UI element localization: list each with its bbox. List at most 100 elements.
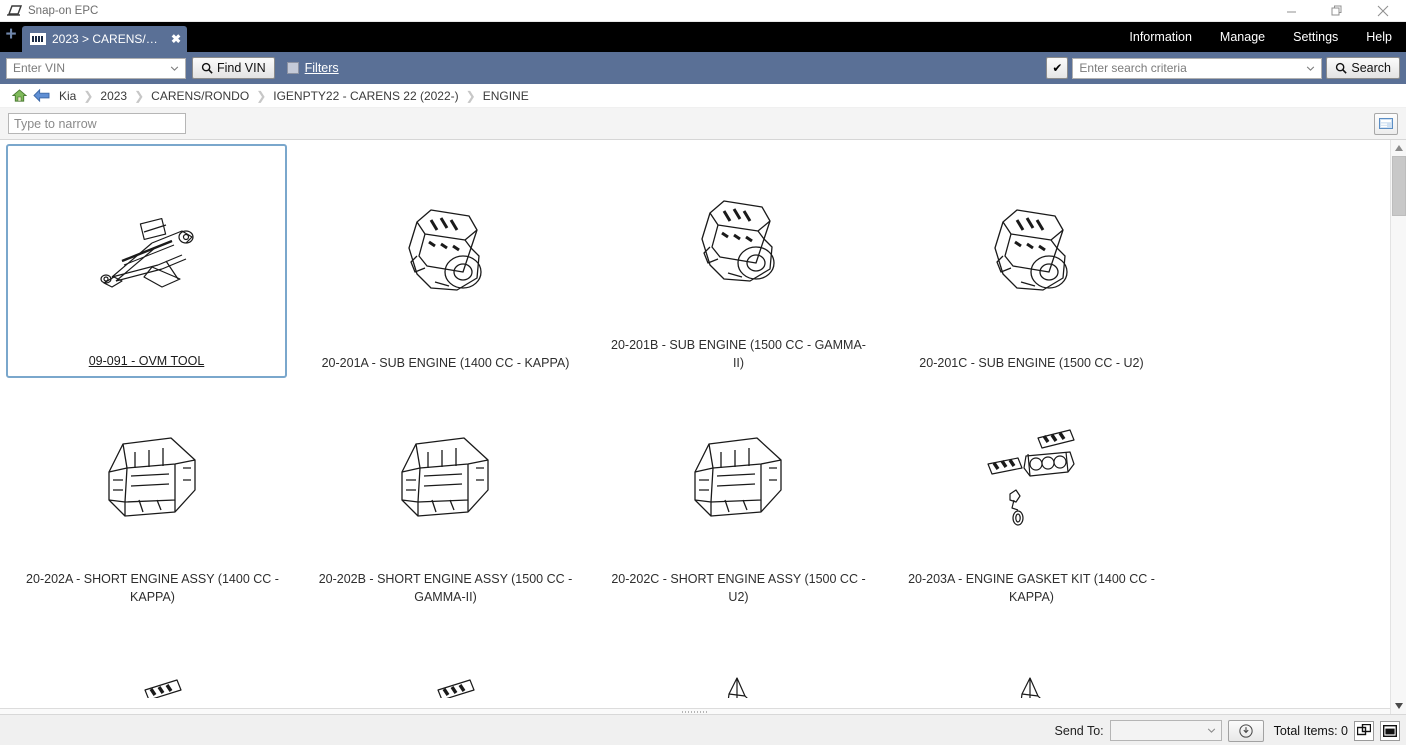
menu-item-information[interactable]: Information bbox=[1115, 22, 1206, 52]
grid-cell-gasket-kit-1400[interactable]: 20-203A - ENGINE GASKET KIT (1400 CC - K… bbox=[885, 378, 1178, 612]
grid-cell-partial[interactable] bbox=[299, 612, 592, 698]
filters-checkbox[interactable] bbox=[287, 62, 299, 74]
window-title: Snap-on EPC bbox=[28, 5, 98, 17]
search-button-label: Search bbox=[1351, 61, 1391, 75]
parts-grid: 09-091 - OVM TOOL bbox=[0, 140, 1390, 698]
chevron-down-icon bbox=[1207, 728, 1216, 733]
grid-cell-caption: 20-203A - ENGINE GASKET KIT (1400 CC - K… bbox=[902, 570, 1162, 612]
vin-input[interactable]: Enter VIN bbox=[6, 58, 186, 79]
engine-part-drawing bbox=[592, 616, 885, 698]
tab-vehicle[interactable]: 2023 > CARENS/ROND... ✖ bbox=[22, 26, 187, 52]
gasket-kit-drawing bbox=[885, 382, 1178, 570]
short-engine-drawing bbox=[592, 382, 885, 570]
gasket-kit-drawing bbox=[6, 616, 299, 698]
narrow-bar: Type to narrow bbox=[0, 108, 1406, 140]
send-to-go-button[interactable] bbox=[1228, 720, 1264, 742]
chevron-down-icon[interactable] bbox=[163, 59, 185, 78]
grid-row bbox=[6, 612, 1390, 698]
breadcrumb: Kia ❯ 2023 ❯ CARENS/RONDO ❯ IGENPTY22 - … bbox=[0, 84, 1406, 108]
short-engine-drawing bbox=[6, 382, 299, 570]
tab-close-icon[interactable]: ✖ bbox=[169, 32, 181, 46]
breadcrumb-item-group[interactable]: ENGINE bbox=[476, 89, 536, 103]
minimize-icon[interactable] bbox=[1268, 0, 1314, 22]
grid-cell-caption: 09-091 - OVM TOOL bbox=[17, 352, 277, 376]
breadcrumb-item-variant[interactable]: IGENPTY22 - CARENS 22 (2022-) bbox=[266, 89, 465, 103]
maximize-window-icon[interactable] bbox=[1380, 721, 1400, 741]
find-vin-button[interactable]: Find VIN bbox=[192, 57, 275, 79]
breadcrumb-item-make[interactable]: Kia bbox=[52, 89, 83, 103]
grid-row: 09-091 - OVM TOOL bbox=[6, 144, 1390, 378]
tab-label: 2023 > CARENS/ROND... bbox=[52, 32, 163, 46]
main-menu: Information Manage Settings Help bbox=[1115, 22, 1406, 52]
breadcrumb-separator-icon: ❯ bbox=[466, 89, 476, 103]
search-input[interactable]: Enter search criteria bbox=[1072, 58, 1322, 79]
search-area: ✔ Enter search criteria Search bbox=[1046, 57, 1400, 79]
grid-cell-partial[interactable] bbox=[885, 612, 1178, 698]
tab-strip: + 2023 > CARENS/ROND... ✖ Information Ma… bbox=[0, 22, 1406, 52]
home-icon[interactable] bbox=[8, 89, 30, 103]
menu-item-manage[interactable]: Manage bbox=[1206, 22, 1279, 52]
grid-cell-caption: 20-202C - SHORT ENGINE ASSY (1500 CC - U… bbox=[609, 570, 869, 612]
find-vin-label: Find VIN bbox=[217, 61, 266, 75]
gasket-kit-drawing bbox=[299, 616, 592, 698]
new-tab-button[interactable]: + bbox=[0, 20, 22, 52]
scroll-up-icon[interactable] bbox=[1391, 140, 1406, 156]
grid-cell-partial[interactable] bbox=[6, 612, 299, 698]
narrow-input[interactable]: Type to narrow bbox=[8, 113, 186, 134]
grid-cell-short-engine-1400[interactable]: 20-202A - SHORT ENGINE ASSY (1400 CC - K… bbox=[6, 378, 299, 612]
grid-cell-ovm-tool[interactable]: 09-091 - OVM TOOL bbox=[6, 144, 287, 378]
send-to-label: Send To: bbox=[1055, 724, 1104, 738]
search-icon bbox=[1335, 62, 1347, 74]
breadcrumb-separator-icon: ❯ bbox=[134, 89, 144, 103]
chevron-down-icon[interactable] bbox=[1299, 59, 1321, 78]
menu-item-settings[interactable]: Settings bbox=[1279, 22, 1352, 52]
window-titlebar: Snap-on EPC bbox=[0, 0, 1406, 22]
grid-cell-short-engine-1500-u2[interactable]: 20-202C - SHORT ENGINE ASSY (1500 CC - U… bbox=[592, 378, 885, 612]
vin-placeholder: Enter VIN bbox=[7, 61, 163, 75]
grid-cell-caption: 20-202A - SHORT ENGINE ASSY (1400 CC - K… bbox=[23, 570, 283, 612]
filters-label: Filters bbox=[305, 61, 339, 75]
grid-cell-short-engine-1500-gamma[interactable]: 20-202B - SHORT ENGINE ASSY (1500 CC - G… bbox=[299, 378, 592, 612]
parts-grid-area: 09-091 - OVM TOOL bbox=[0, 140, 1406, 714]
search-placeholder: Enter search criteria bbox=[1073, 61, 1299, 75]
engine-part-drawing bbox=[885, 616, 1178, 698]
grid-cell-caption: 20-202B - SHORT ENGINE ASSY (1500 CC - G… bbox=[316, 570, 576, 612]
search-scope-button[interactable]: ✔ bbox=[1046, 57, 1068, 79]
scroll-down-icon[interactable] bbox=[1391, 698, 1406, 714]
grid-cell-sub-engine-1400[interactable]: 20-201A - SUB ENGINE (1400 CC - KAPPA) bbox=[299, 144, 592, 378]
breadcrumb-separator-icon: ❯ bbox=[83, 89, 93, 103]
cascade-windows-icon[interactable] bbox=[1354, 721, 1374, 741]
total-items-label: Total Items: 0 bbox=[1274, 724, 1348, 738]
close-icon[interactable] bbox=[1360, 0, 1406, 22]
sub-engine-drawing bbox=[592, 148, 885, 336]
go-arrow-icon bbox=[1239, 724, 1253, 738]
grid-row: 20-202A - SHORT ENGINE ASSY (1400 CC - K… bbox=[6, 378, 1390, 612]
search-button[interactable]: Search bbox=[1326, 57, 1400, 79]
sub-engine-drawing bbox=[299, 148, 592, 354]
list-view-icon[interactable] bbox=[1374, 113, 1398, 135]
grid-cell-caption: 20-201A - SUB ENGINE (1400 CC - KAPPA) bbox=[316, 354, 576, 378]
back-arrow-icon[interactable] bbox=[30, 88, 52, 103]
grid-cell-sub-engine-1500-u2[interactable]: 20-201C - SUB ENGINE (1500 CC - U2) bbox=[885, 144, 1178, 378]
breadcrumb-item-year[interactable]: 2023 bbox=[93, 89, 134, 103]
filters-toggle[interactable]: Filters bbox=[287, 61, 339, 75]
grid-cell-caption: 20-201B - SUB ENGINE (1500 CC - GAMMA-II… bbox=[609, 336, 869, 378]
grid-cell-partial[interactable] bbox=[592, 612, 885, 698]
vertical-scrollbar[interactable] bbox=[1390, 140, 1406, 714]
snapon-logo-icon bbox=[6, 3, 22, 19]
status-bar: Send To: Total Items: 0 bbox=[0, 714, 1406, 745]
short-engine-drawing bbox=[299, 382, 592, 570]
menu-item-help[interactable]: Help bbox=[1352, 22, 1406, 52]
sub-engine-drawing bbox=[885, 148, 1178, 354]
send-to-select[interactable] bbox=[1110, 720, 1222, 741]
breadcrumb-separator-icon: ❯ bbox=[256, 89, 266, 103]
restore-icon[interactable] bbox=[1314, 0, 1360, 22]
vehicle-icon bbox=[30, 33, 46, 45]
breadcrumb-item-model[interactable]: CARENS/RONDO bbox=[144, 89, 256, 103]
scrollbar-thumb[interactable] bbox=[1392, 156, 1406, 216]
search-icon bbox=[201, 62, 213, 74]
grid-cell-caption: 20-201C - SUB ENGINE (1500 CC - U2) bbox=[902, 354, 1162, 378]
jack-tool-drawing bbox=[8, 150, 285, 352]
grid-cell-sub-engine-1500-gamma[interactable]: 20-201B - SUB ENGINE (1500 CC - GAMMA-II… bbox=[592, 144, 885, 378]
main-toolbar: Enter VIN Find VIN Filters ✔ Enter searc… bbox=[0, 52, 1406, 84]
